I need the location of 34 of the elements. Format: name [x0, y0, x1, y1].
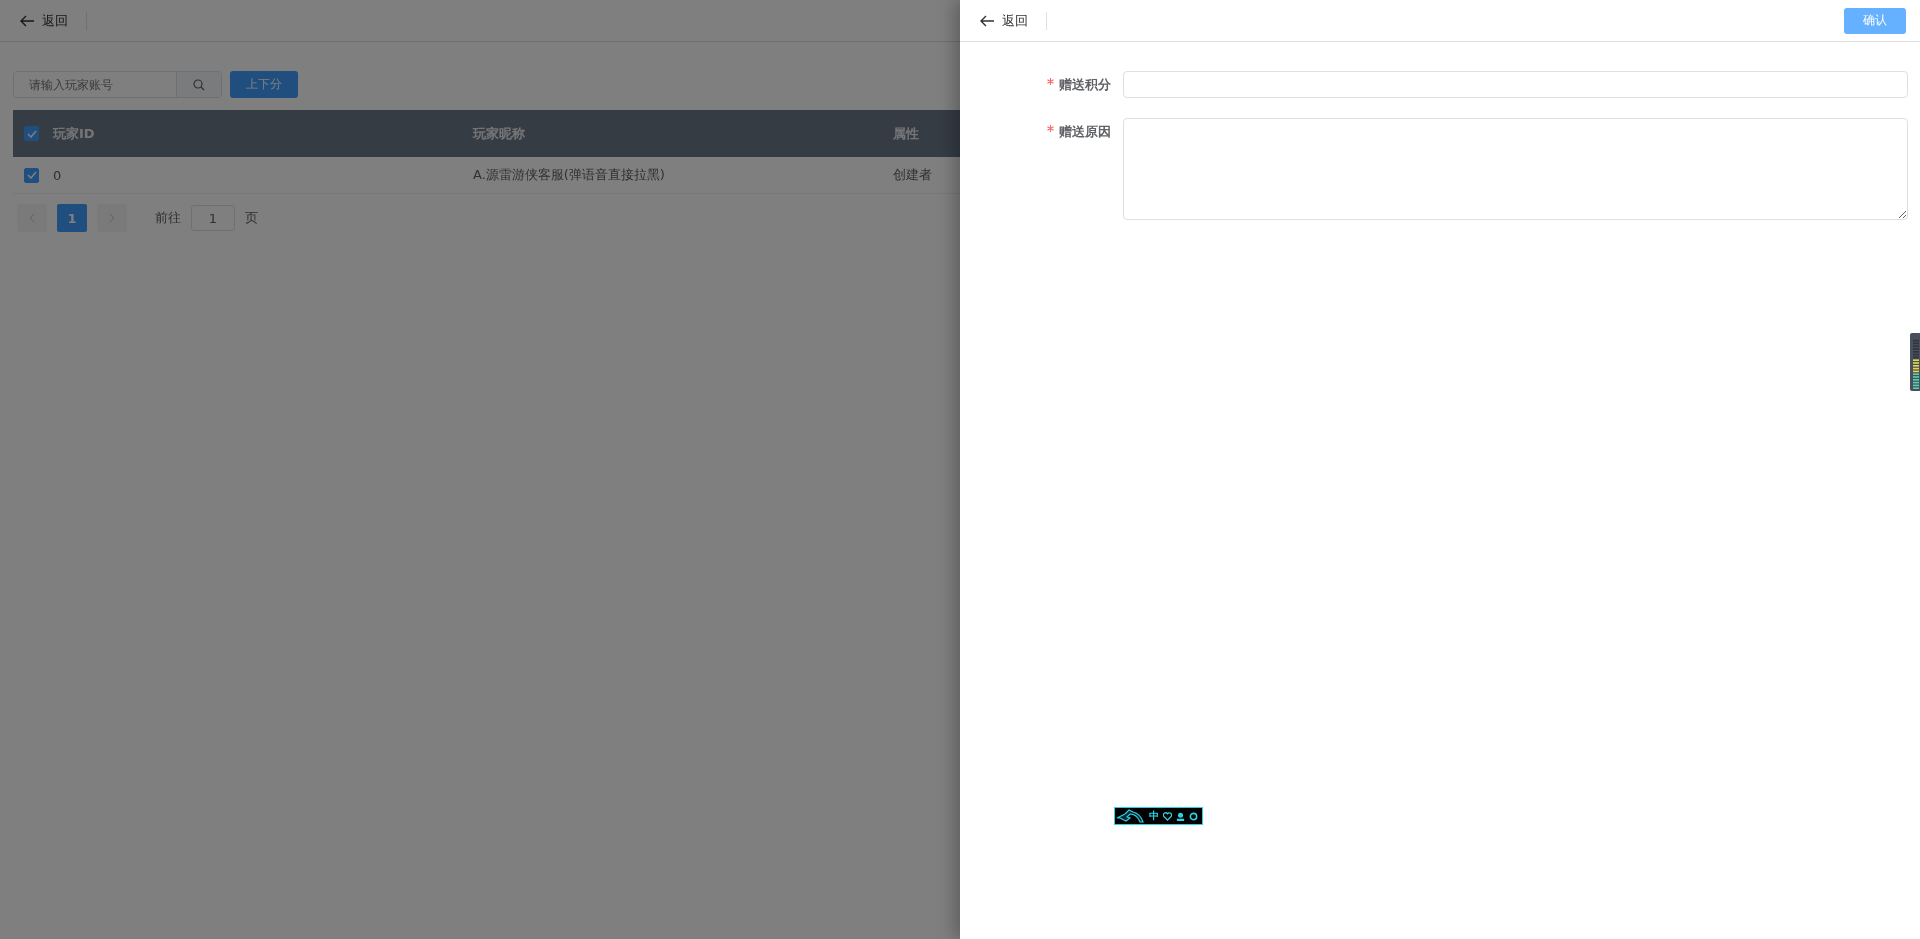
back-arrow-icon	[20, 14, 34, 27]
search-icon	[193, 78, 205, 91]
select-all-checkbox[interactable]	[24, 126, 39, 141]
row-checkbox[interactable]	[24, 167, 39, 183]
heart-icon[interactable]	[1163, 811, 1172, 821]
confirm-button[interactable]: 确认	[1844, 7, 1906, 34]
page-input[interactable]: 1	[191, 205, 235, 231]
table-cell: A.源雷游侠客服(弹语音直接拉黑)	[473, 167, 665, 182]
field-label: 赠送积分	[1059, 77, 1111, 92]
user-icon[interactable]	[1176, 811, 1185, 821]
ring-icon[interactable]	[1189, 811, 1198, 821]
textarea-field[interactable]	[1123, 118, 1908, 220]
adjust-points-button[interactable]: 上下分	[230, 71, 298, 98]
page-number[interactable]: 1	[57, 204, 87, 232]
back-button[interactable]: 返回	[20, 11, 68, 30]
column-header: 玩家昵称	[473, 125, 525, 141]
back-label: 返回	[1002, 11, 1028, 30]
search-field[interactable]: 请输入玩家账号	[13, 71, 222, 98]
table-cell: 0	[53, 167, 62, 183]
column-header: 属性	[893, 125, 919, 141]
chevron-left-icon	[29, 213, 35, 223]
back-button[interactable]: 返回	[980, 11, 1028, 30]
level-meter-icon[interactable]	[1910, 333, 1920, 391]
column-header: 玩家ID	[53, 125, 95, 141]
table-cell: 创建者	[893, 167, 932, 182]
field-label: 赠送原因	[1059, 124, 1111, 139]
back-arrow-icon	[980, 14, 994, 27]
page-suffix: 页	[245, 209, 258, 227]
goto-label: 前往	[155, 209, 181, 227]
search-button[interactable]	[176, 72, 221, 97]
ime-mode-label[interactable]: 中	[1149, 811, 1159, 821]
back-label: 返回	[42, 11, 68, 30]
chevron-right-icon	[109, 213, 115, 223]
input-field[interactable]	[1123, 71, 1908, 98]
